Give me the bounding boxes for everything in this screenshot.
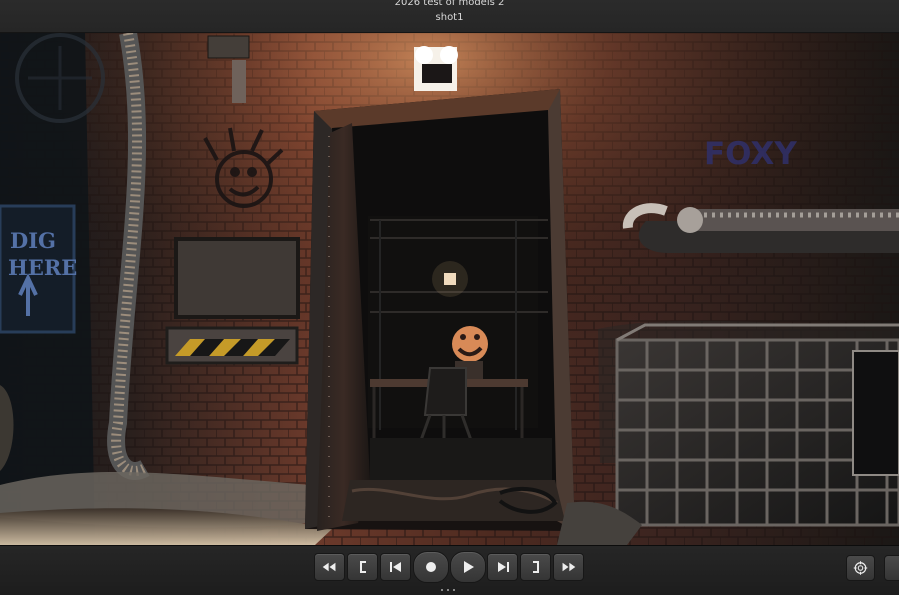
title-bar: 2026 test of models 2 shot1 [0,0,899,33]
playback-controls [0,545,899,595]
next-frame-button[interactable] [487,553,518,581]
bracket-left-icon [359,561,366,573]
panel-button[interactable] [884,555,899,581]
camera-viewport[interactable]: DIG HERE FOXY [0,33,899,545]
step-forward-icon [497,562,509,572]
mark-in-button[interactable] [347,553,378,581]
target-icon [853,561,868,575]
record-button[interactable] [413,551,449,583]
rewind-icon [322,562,336,572]
mark-out-button[interactable] [520,553,551,581]
resize-grip[interactable] [441,589,455,593]
fast-forward-icon [562,562,576,572]
fast-forward-button[interactable] [553,553,584,581]
dig-sign-text-1: DIG [10,228,56,253]
step-back-icon [389,562,401,572]
grip-dot [441,589,443,591]
transport-controls [314,551,586,583]
dig-sign-text-2: HERE [8,255,77,280]
app-window: 2026 test of models 2 shot1 DIG HERE FOX… [0,0,899,595]
play-button[interactable] [450,551,486,583]
record-icon [426,562,436,572]
scene-render: DIG HERE FOXY [0,33,899,545]
rewind-button[interactable] [314,553,345,581]
prev-frame-button[interactable] [380,553,411,581]
grip-dot [447,589,449,591]
shot-title: shot1 [435,12,464,23]
foxy-graffiti-text: FOXY [704,136,797,172]
camera-target-button[interactable] [846,555,875,581]
play-icon [463,561,474,573]
bracket-right-icon [532,561,539,573]
project-title: 2026 test of models 2 [394,0,505,8]
grip-dot [453,589,455,591]
